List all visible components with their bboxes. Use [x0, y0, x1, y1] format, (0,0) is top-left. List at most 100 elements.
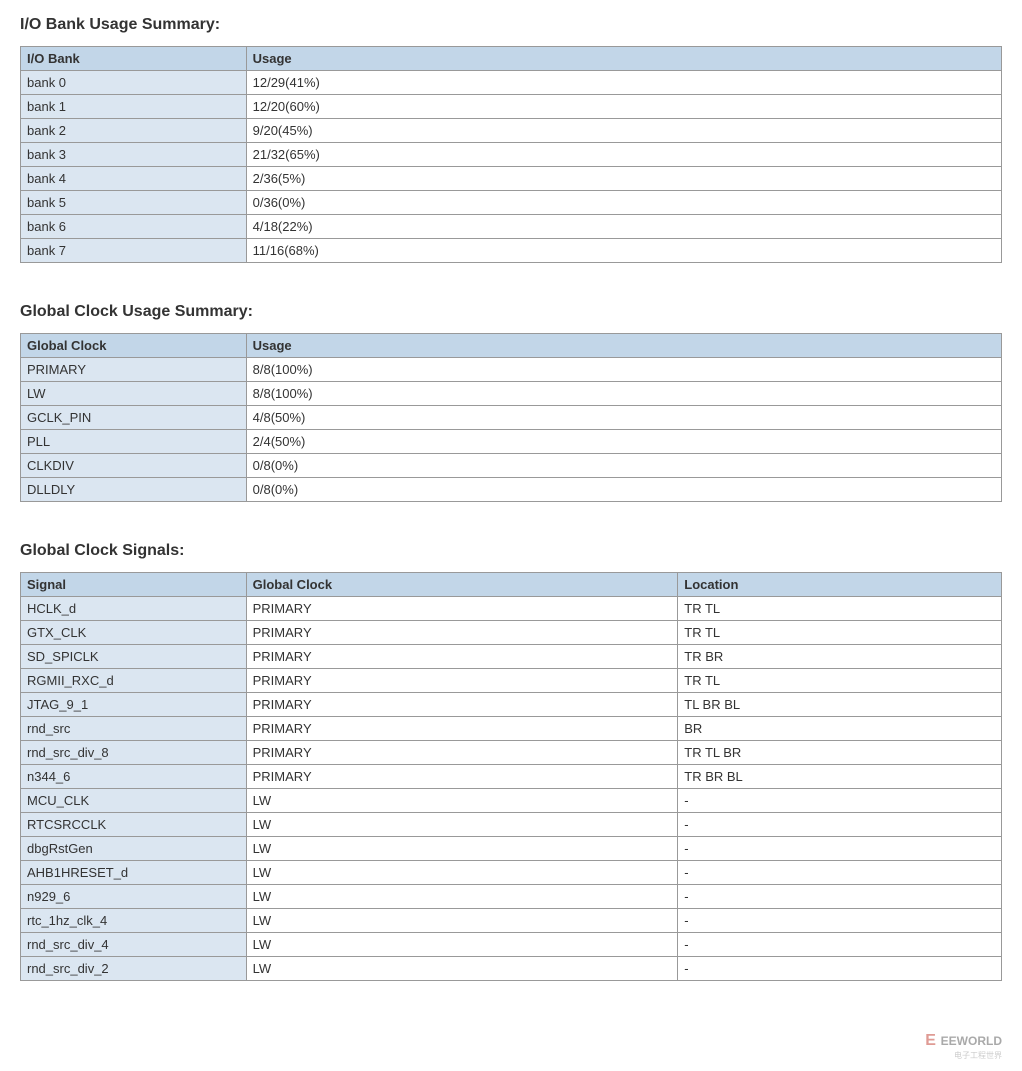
table-header-row: SignalGlobal ClockLocation [21, 573, 1002, 597]
table-label-cell: rnd_src_div_2 [21, 957, 247, 981]
table-value-cell: 12/20(60%) [246, 95, 1001, 119]
table-value-cell: PRIMARY [246, 741, 678, 765]
table-label-cell: bank 4 [21, 167, 247, 191]
table-label-cell: RGMII_RXC_d [21, 669, 247, 693]
table-label-cell: bank 1 [21, 95, 247, 119]
table-label-cell: rnd_src_div_8 [21, 741, 247, 765]
table-label-cell: rnd_src_div_4 [21, 933, 247, 957]
table-row: AHB1HRESET_dLW- [21, 861, 1002, 885]
table-row: GCLK_PIN4/8(50%) [21, 406, 1002, 430]
table-value-cell: 2/36(5%) [246, 167, 1001, 191]
table-value-cell: 11/16(68%) [246, 239, 1001, 263]
global-clock-usage-table: Global ClockUsagePRIMARY8/8(100%)LW8/8(1… [20, 333, 1002, 502]
table-value-cell: TR BR [678, 645, 1002, 669]
table-label-cell: bank 3 [21, 143, 247, 167]
table-value-cell: LW [246, 933, 678, 957]
table-value-cell: LW [246, 789, 678, 813]
table-row: n344_6PRIMARYTR BR BL [21, 765, 1002, 789]
table-value-cell: PRIMARY [246, 669, 678, 693]
watermark: E EEWORLD 电子工程世界 [925, 1032, 1002, 1061]
global-clock-usage-section: Global Clock Usage Summary: Global Clock… [20, 303, 1002, 502]
table-value-cell: - [678, 957, 1002, 981]
table-row: rnd_src_div_2LW- [21, 957, 1002, 981]
table-label-cell: n344_6 [21, 765, 247, 789]
table-value-cell: LW [246, 957, 678, 981]
table-value-cell: PRIMARY [246, 693, 678, 717]
table-row: SD_SPICLKPRIMARYTR BR [21, 645, 1002, 669]
table-value-cell: 2/4(50%) [246, 430, 1001, 454]
table-label-cell: n929_6 [21, 885, 247, 909]
table-value-cell: - [678, 885, 1002, 909]
table-value-cell: LW [246, 813, 678, 837]
table-label-cell: SD_SPICLK [21, 645, 247, 669]
table-value-cell: - [678, 789, 1002, 813]
table-value-cell: PRIMARY [246, 621, 678, 645]
table-row: bank 42/36(5%) [21, 167, 1002, 191]
table-value-cell: 12/29(41%) [246, 71, 1001, 95]
table-row: rnd_srcPRIMARYBR [21, 717, 1002, 741]
table-label-cell: DLLDLY [21, 478, 247, 502]
global-clock-signals-section: Global Clock Signals: SignalGlobal Clock… [20, 542, 1002, 981]
table-label-cell: LW [21, 382, 247, 406]
table-value-cell: TR TL [678, 597, 1002, 621]
table-row: bank 321/32(65%) [21, 143, 1002, 167]
table-label-cell: dbgRstGen [21, 837, 247, 861]
table-value-cell: BR [678, 717, 1002, 741]
table-header-cell: Usage [246, 47, 1001, 71]
table-value-cell: 9/20(45%) [246, 119, 1001, 143]
table-row: RTCSRCCLKLW- [21, 813, 1002, 837]
table-value-cell: 4/8(50%) [246, 406, 1001, 430]
table-row: DLLDLY0/8(0%) [21, 478, 1002, 502]
table-label-cell: MCU_CLK [21, 789, 247, 813]
table-header-cell: Location [678, 573, 1002, 597]
global-clock-usage-title: Global Clock Usage Summary: [20, 303, 1002, 321]
table-value-cell: TR TL BR [678, 741, 1002, 765]
table-value-cell: 0/8(0%) [246, 478, 1001, 502]
table-row: bank 50/36(0%) [21, 191, 1002, 215]
table-value-cell: 21/32(65%) [246, 143, 1001, 167]
table-label-cell: rnd_src [21, 717, 247, 741]
io-bank-section: I/O Bank Usage Summary: I/O BankUsageban… [20, 16, 1002, 263]
table-label-cell: bank 2 [21, 119, 247, 143]
table-row: rnd_src_div_4LW- [21, 933, 1002, 957]
table-row: bank 29/20(45%) [21, 119, 1002, 143]
table-value-cell: 0/8(0%) [246, 454, 1001, 478]
table-header-cell: Signal [21, 573, 247, 597]
io-bank-title: I/O Bank Usage Summary: [20, 16, 1002, 34]
table-row: PRIMARY8/8(100%) [21, 358, 1002, 382]
table-value-cell: TL BR BL [678, 693, 1002, 717]
io-bank-table: I/O BankUsagebank 012/29(41%)bank 112/20… [20, 46, 1002, 263]
table-value-cell: 0/36(0%) [246, 191, 1001, 215]
table-label-cell: bank 5 [21, 191, 247, 215]
table-value-cell: TR TL [678, 669, 1002, 693]
table-value-cell: PRIMARY [246, 717, 678, 741]
table-value-cell: 4/18(22%) [246, 215, 1001, 239]
table-row: bank 112/20(60%) [21, 95, 1002, 119]
table-row: CLKDIV0/8(0%) [21, 454, 1002, 478]
table-row: GTX_CLKPRIMARYTR TL [21, 621, 1002, 645]
table-label-cell: PRIMARY [21, 358, 247, 382]
table-row: bank 012/29(41%) [21, 71, 1002, 95]
table-row: dbgRstGenLW- [21, 837, 1002, 861]
table-value-cell: LW [246, 837, 678, 861]
watermark-sub: 电子工程世界 [925, 1050, 1002, 1061]
table-label-cell: PLL [21, 430, 247, 454]
table-value-cell: TR TL [678, 621, 1002, 645]
table-row: PLL2/4(50%) [21, 430, 1002, 454]
table-label-cell: HCLK_d [21, 597, 247, 621]
table-value-cell: LW [246, 885, 678, 909]
table-value-cell: - [678, 837, 1002, 861]
table-label-cell: RTCSRCCLK [21, 813, 247, 837]
table-header-cell: I/O Bank [21, 47, 247, 71]
table-row: RGMII_RXC_dPRIMARYTR TL [21, 669, 1002, 693]
table-label-cell: CLKDIV [21, 454, 247, 478]
table-row: rtc_1hz_clk_4LW- [21, 909, 1002, 933]
table-label-cell: bank 0 [21, 71, 247, 95]
table-value-cell: 8/8(100%) [246, 382, 1001, 406]
table-header-cell: Global Clock [21, 334, 247, 358]
table-label-cell: JTAG_9_1 [21, 693, 247, 717]
global-clock-signals-title: Global Clock Signals: [20, 542, 1002, 560]
table-value-cell: - [678, 933, 1002, 957]
table-value-cell: 8/8(100%) [246, 358, 1001, 382]
table-label-cell: bank 6 [21, 215, 247, 239]
